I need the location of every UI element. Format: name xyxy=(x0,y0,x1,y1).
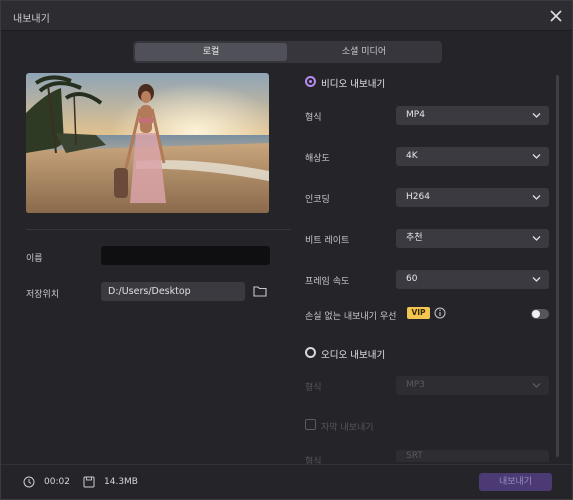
chevron-down-icon xyxy=(532,383,541,388)
info-icon[interactable] xyxy=(434,307,446,319)
folder-icon[interactable] xyxy=(253,284,267,298)
subtitle-export-checkbox[interactable] xyxy=(305,419,316,430)
video-format-value: MP4 xyxy=(406,110,425,120)
audio-format-value: MP3 xyxy=(406,380,425,390)
subtitle-export-title: 자막 내보내기 xyxy=(321,423,374,433)
format-label: 형식 xyxy=(305,113,322,123)
tab-social-media[interactable]: 소셜 미디어 xyxy=(289,43,439,61)
audio-export-title: 오디오 내보내기 xyxy=(321,350,386,361)
vip-badge: VIP xyxy=(407,307,430,319)
name-label: 이름 xyxy=(26,254,43,264)
tab-local[interactable]: 로컬 xyxy=(135,43,287,61)
dialog-title: 내보내기 xyxy=(13,14,50,25)
encoder-value: H264 xyxy=(406,192,430,202)
clock-icon xyxy=(23,476,35,488)
lossless-export-label: 손실 없는 내보내기 우선 xyxy=(305,312,397,322)
save-location-label: 저장위치 xyxy=(26,290,60,300)
footer-bar: 00:02 14.3MB 내보내기 xyxy=(1,464,572,499)
save-location-field[interactable]: D:/Users/Desktop xyxy=(101,282,245,301)
file-name-input[interactable] xyxy=(101,246,270,265)
duration-text: 00:02 xyxy=(44,477,70,487)
chevron-down-icon xyxy=(532,113,541,118)
subtitle-format-value: SRT xyxy=(406,451,423,461)
video-export-radio[interactable] xyxy=(305,76,316,87)
scrollbar[interactable] xyxy=(556,75,559,457)
file-size-text: 14.3MB xyxy=(104,477,138,487)
chevron-down-icon xyxy=(532,154,541,159)
resolution-label: 해상도 xyxy=(305,154,330,164)
encoder-select[interactable]: H264 xyxy=(396,188,549,207)
resolution-select[interactable]: 4K xyxy=(396,147,549,166)
video-format-select[interactable]: MP4 xyxy=(396,106,549,125)
file-size-icon xyxy=(83,476,95,488)
encoder-label: 인코딩 xyxy=(305,195,330,205)
divider xyxy=(26,229,291,230)
bitrate-value: 추천 xyxy=(406,233,423,243)
framerate-value: 60 xyxy=(406,274,418,284)
export-dialog: 내보내기 로컬 소셜 미디어 이름 저장위치 D:/Users/Desktop … xyxy=(0,0,573,500)
video-export-title: 비디오 내보내기 xyxy=(321,79,386,90)
bitrate-label: 비트 레이트 xyxy=(305,236,350,246)
chevron-down-icon xyxy=(532,277,541,282)
chevron-down-icon xyxy=(532,195,541,200)
framerate-select[interactable]: 60 xyxy=(396,270,549,289)
close-icon[interactable] xyxy=(546,6,566,26)
subtitle-format-select[interactable]: SRT xyxy=(396,450,549,462)
audio-format-select[interactable]: MP3 xyxy=(396,376,549,395)
lossless-export-toggle[interactable] xyxy=(531,309,549,319)
video-preview xyxy=(26,73,269,213)
export-button[interactable]: 내보내기 xyxy=(479,473,552,491)
bitrate-select[interactable]: 추천 xyxy=(396,229,549,248)
resolution-value: 4K xyxy=(406,151,418,161)
audio-export-radio[interactable] xyxy=(305,347,316,358)
export-tabs: 로컬 소셜 미디어 xyxy=(133,41,442,63)
title-bar: 내보내기 xyxy=(1,1,572,31)
audio-format-label: 형식 xyxy=(305,383,322,393)
framerate-label: 프레임 속도 xyxy=(305,277,350,287)
chevron-down-icon xyxy=(532,236,541,241)
